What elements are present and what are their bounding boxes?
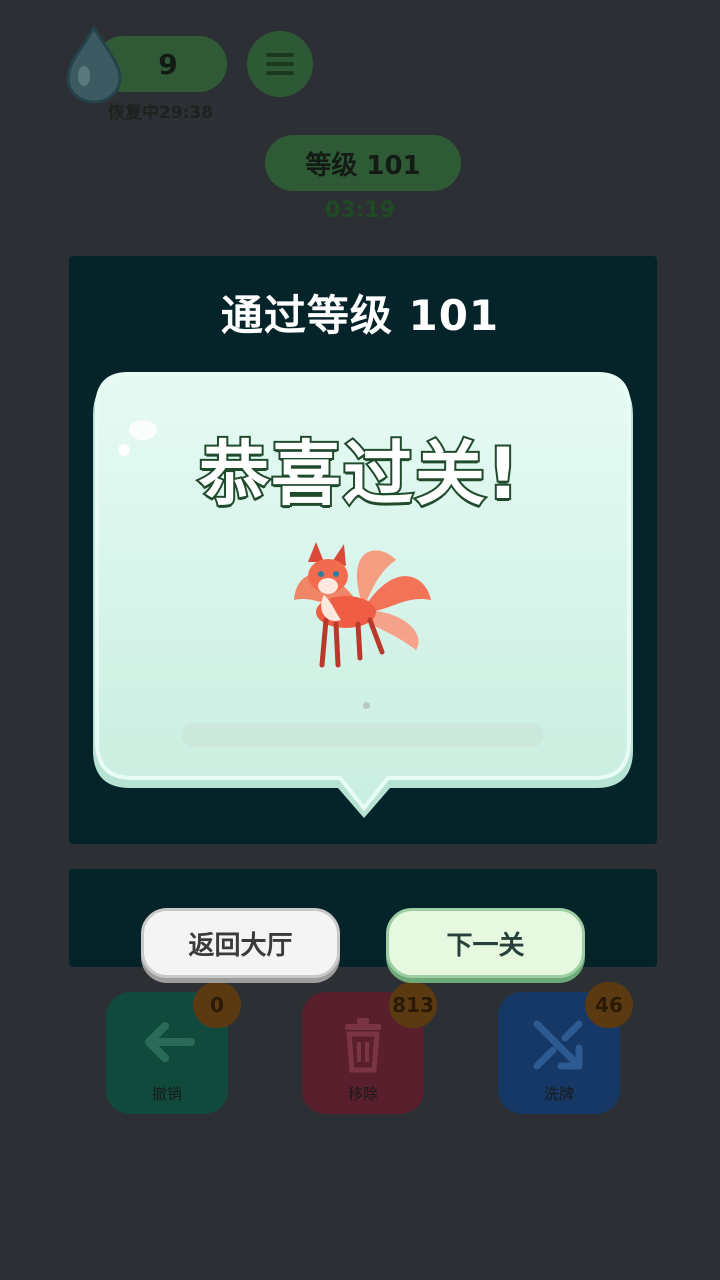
shuffle-count-badge: 46 [585,982,633,1028]
undo-arrow-icon [145,1022,195,1062]
level-timer: 03:19 [324,198,396,223]
undo-label: 撤销 [151,1085,182,1103]
progress-bar [182,723,544,747]
page-indicator-dot [363,702,370,709]
shuffle-icon [533,1020,583,1070]
undo-count-badge: 0 [193,982,241,1028]
remove-label: 移除 [347,1085,378,1103]
trash-icon [345,1018,381,1073]
recover-timer: 恢复中29:38 [108,103,214,123]
shuffle-label: 洗牌 [543,1085,574,1103]
fox-icon [294,542,431,668]
congrats-heading: 恭喜过关! [197,431,521,517]
remove-count-badge: 813 [389,982,437,1028]
result-title: 通过等级 101 [220,291,500,340]
back-to-lobby-button[interactable]: 返回大厅 [141,908,340,978]
menu-icon [266,48,294,80]
next-level-button[interactable]: 下一关 [386,908,585,978]
water-drop-icon [66,25,122,104]
menu-button[interactable] [247,31,313,97]
level-indicator: 等级 101 [265,135,461,191]
